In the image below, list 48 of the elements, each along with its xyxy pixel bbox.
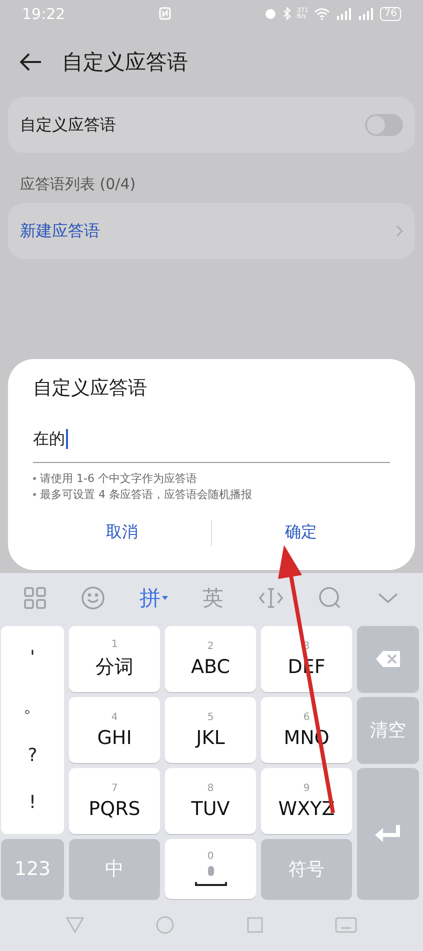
microphone-icon	[192, 866, 228, 888]
signal-icon	[358, 8, 374, 20]
keyboard-icon[interactable]	[334, 917, 357, 933]
back-arrow-icon[interactable]	[20, 53, 42, 71]
letter-key[interactable]: 2 ABC	[165, 626, 256, 692]
punctuation-key[interactable]: '	[20, 643, 45, 672]
enter-key[interactable]	[357, 768, 419, 899]
delete-key[interactable]	[357, 626, 419, 692]
toggle-label: 自定义应答语	[20, 114, 116, 136]
smiley-icon[interactable]	[81, 586, 106, 610]
text-cursor-icon[interactable]	[258, 586, 284, 610]
letter-key[interactable]: 7 PQRS	[69, 768, 160, 834]
backspace-icon	[375, 650, 401, 668]
text-cursor	[66, 429, 68, 449]
punctuation-key[interactable]: 。	[14, 690, 52, 722]
input-mode-tab[interactable]: 拼	[139, 584, 168, 612]
hint-text: 最多可设置 4 条应答语，应答语会随机播报	[40, 487, 252, 502]
back-triangle-icon[interactable]	[66, 917, 84, 933]
recents-square-icon[interactable]	[246, 917, 263, 933]
new-reply-label: 新建应答语	[20, 220, 100, 242]
punctuation-key[interactable]: !	[18, 788, 46, 817]
punctuation-key[interactable]: ?	[18, 740, 48, 770]
bullet-icon	[33, 477, 36, 480]
enter-icon	[374, 824, 402, 844]
battery-level: 76	[380, 6, 402, 20]
letter-key[interactable]: 1 分词	[69, 626, 160, 692]
section-label: 应答语列表 (0/4)	[19, 174, 137, 195]
hint-text: 请使用 1-6 个中文字作为应答语	[40, 471, 197, 486]
chevron-right-icon	[396, 225, 403, 237]
letter-key[interactable]: 4 GHI	[69, 697, 160, 763]
nfc-icon	[158, 7, 171, 20]
list-item[interactable]: 新建应答语	[8, 203, 415, 259]
search-icon[interactable]	[318, 586, 342, 610]
bullet-icon	[33, 493, 36, 496]
bluetooth-icon	[282, 7, 291, 20]
grid-icon[interactable]	[23, 586, 48, 610]
wifi-icon	[314, 8, 330, 20]
signal-icon	[336, 8, 352, 20]
dialog-title: 自定义应答语	[33, 376, 148, 401]
letter-key[interactable]: 8 TUV	[165, 768, 256, 834]
page-title: 自定义应答语	[62, 49, 188, 76]
letter-key[interactable]: 5 JKL	[165, 697, 256, 763]
answer-field[interactable]: 在的	[33, 429, 390, 463]
dialog-button[interactable]: 确定	[212, 516, 390, 549]
dropdown-icon	[162, 596, 168, 600]
home-circle-icon[interactable]	[156, 916, 174, 934]
dialog-button[interactable]: 取消	[33, 516, 211, 549]
status-time: 19:22	[22, 4, 66, 22]
